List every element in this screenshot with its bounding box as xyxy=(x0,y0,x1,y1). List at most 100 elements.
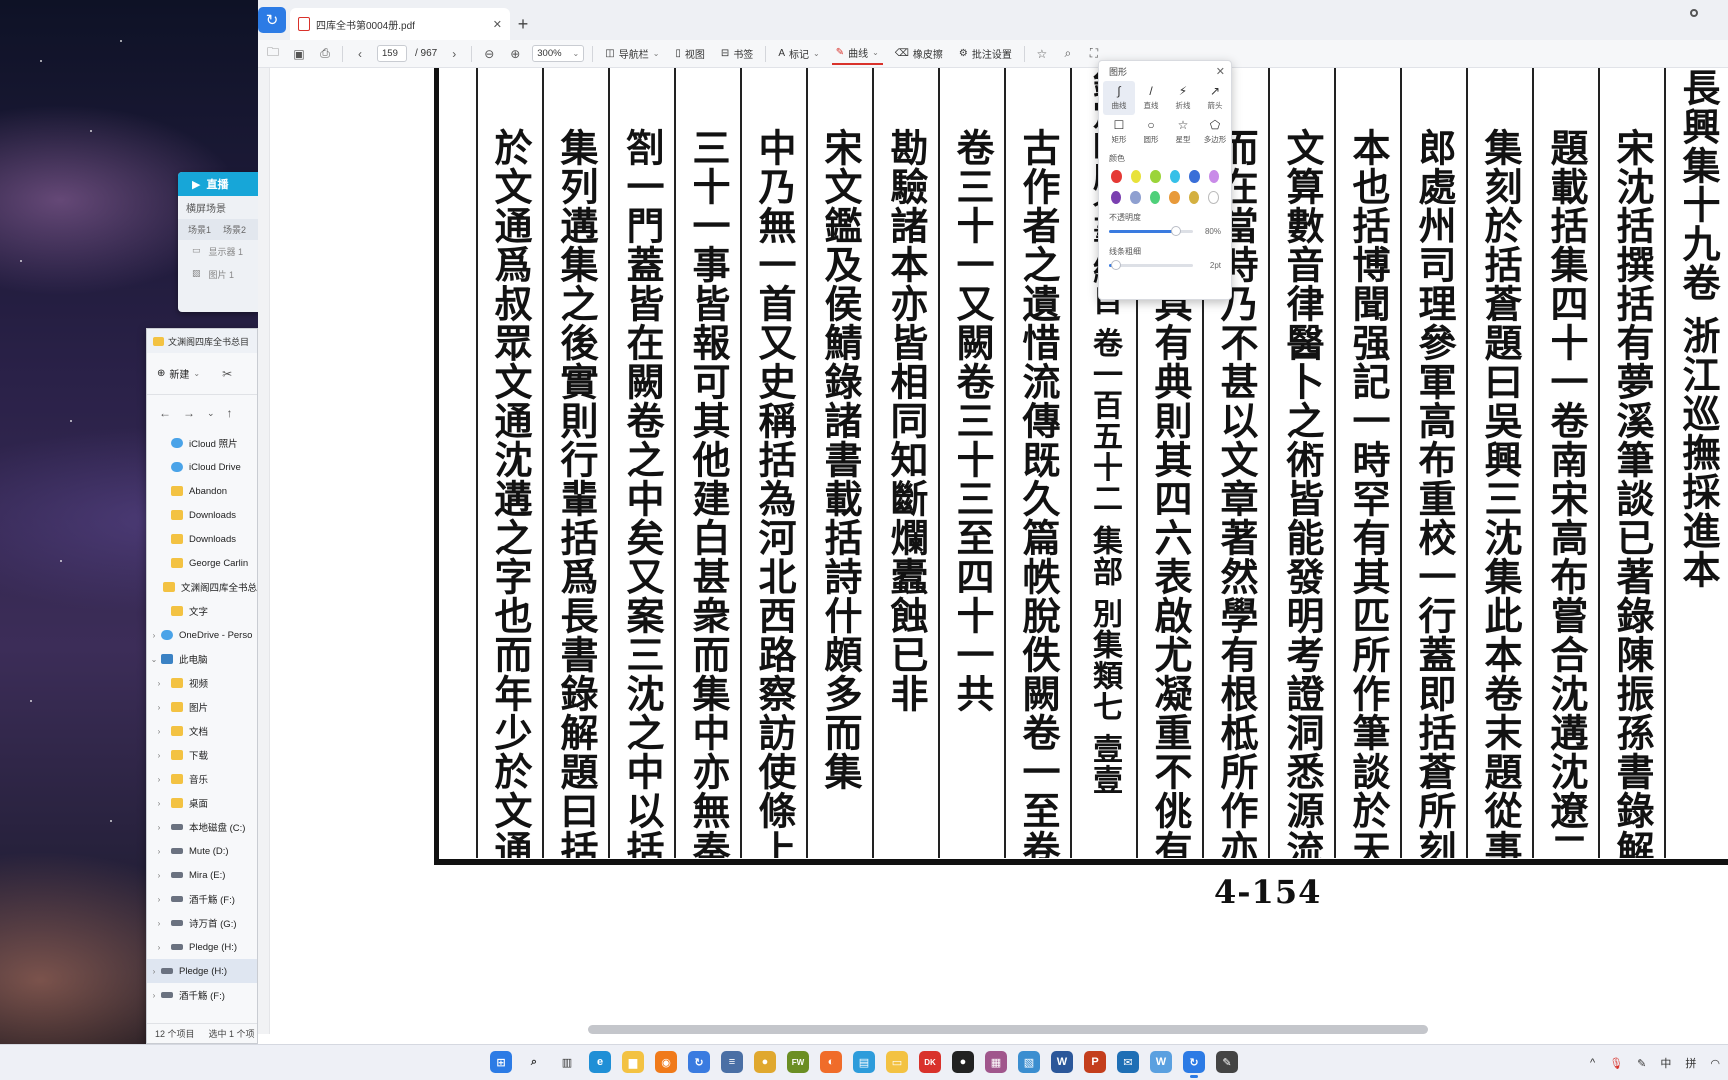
mic-icon[interactable]: 🎙 xyxy=(1609,1057,1623,1070)
source-image[interactable]: ▨ 图片 1 xyxy=(178,263,258,286)
store-icon[interactable]: ▤ xyxy=(853,1051,875,1073)
color-swatch[interactable] xyxy=(1208,191,1220,204)
close-icon[interactable]: ✕ xyxy=(1216,65,1225,78)
prev-page-icon[interactable]: ‹ xyxy=(351,45,369,63)
pen-tray-icon[interactable]: ✎ xyxy=(1637,1057,1646,1070)
firefox-icon[interactable]: ◐ xyxy=(820,1051,842,1073)
shape-option[interactable]: ○ 圆形 xyxy=(1135,115,1167,149)
tree-item[interactable]: › 本地磁盘 (C:) xyxy=(147,815,257,839)
opacity-slider-knob[interactable] xyxy=(1171,226,1182,236)
color-swatch[interactable] xyxy=(1111,170,1122,183)
chevron-right-icon[interactable]: › xyxy=(147,991,161,1000)
ime-icon[interactable]: W xyxy=(1150,1051,1172,1073)
cut-icon[interactable]: ✂ xyxy=(222,367,232,381)
ime-mode[interactable]: 拼 xyxy=(1685,1055,1696,1071)
tree-item[interactable]: › 视频 xyxy=(147,671,257,695)
forward-icon[interactable]: → xyxy=(183,406,195,420)
chevron-right-icon[interactable]: › xyxy=(147,847,171,856)
tree-item[interactable]: Downloads xyxy=(147,527,257,551)
tree-item[interactable]: 文字 xyxy=(147,599,257,623)
chevron-right-icon[interactable]: › xyxy=(147,703,171,712)
scene-tab-2[interactable]: 场景2 xyxy=(223,223,246,236)
bookmark-button[interactable]: ⊟ 书签 xyxy=(717,46,757,61)
explorer-title-bar[interactable]: 文渊阁四库全书总目 xyxy=(147,329,257,353)
view-button[interactable]: ▯ 视图 xyxy=(671,46,709,61)
shape-option[interactable]: ∫ 曲线 xyxy=(1103,81,1135,115)
opacity-slider[interactable] xyxy=(1109,226,1193,236)
stroke-width-slider[interactable] xyxy=(1109,260,1193,270)
zoom-select[interactable]: 300% ⌄ xyxy=(532,45,585,62)
annotation-settings-button[interactable]: ⚙ 批注设置 xyxy=(955,46,1016,61)
chevron-right-icon[interactable]: › xyxy=(147,631,161,640)
scene-tab-1[interactable]: 场景1 xyxy=(188,223,211,236)
wifi-icon[interactable]: ◠ xyxy=(1710,1057,1720,1070)
tree-item[interactable]: › 下载 xyxy=(147,743,257,767)
chevron-right-icon[interactable]: › xyxy=(147,871,171,880)
powerpoint-icon[interactable]: P xyxy=(1084,1051,1106,1073)
star-icon[interactable]: ☆ xyxy=(1033,45,1051,63)
mail-icon[interactable]: ✉ xyxy=(1117,1051,1139,1073)
start-icon[interactable]: ⊞ xyxy=(490,1051,512,1073)
source-display[interactable]: ▭ 显示器 1 xyxy=(178,240,258,263)
tree-item[interactable]: › 桌面 xyxy=(147,791,257,815)
horizontal-scrollbar[interactable] xyxy=(588,1025,1428,1034)
new-button[interactable]: ⊕ 新建 ⌄ xyxy=(157,366,200,381)
search-icon[interactable]: ⌕ xyxy=(1059,45,1077,63)
tray-expand-icon[interactable]: ^ xyxy=(1590,1057,1595,1069)
shape-option[interactable]: ⚡ 折线 xyxy=(1167,81,1199,115)
eraser-button[interactable]: ⌫ 橡皮擦 xyxy=(891,46,947,61)
curve-tool-button[interactable]: ✎ 曲线 ⌄ xyxy=(831,43,883,65)
tree-item[interactable]: › 酒千觞 (F:) xyxy=(147,887,257,911)
search-icon[interactable]: ⌕ xyxy=(523,1051,545,1073)
color-swatch[interactable] xyxy=(1169,191,1180,204)
chevron-right-icon[interactable]: › xyxy=(147,727,171,736)
chevron-right-icon[interactable]: › xyxy=(147,823,171,832)
chevron-right-icon[interactable]: › xyxy=(147,679,171,688)
home-button[interactable]: ↻ xyxy=(258,7,286,33)
color-swatch[interactable] xyxy=(1189,170,1200,183)
color-swatch[interactable] xyxy=(1130,191,1141,204)
nav-panel-button[interactable]: ◫ 导航栏 ⌄ xyxy=(601,46,663,61)
chevron-right-icon[interactable]: › xyxy=(147,751,171,760)
tree-item[interactable]: › 图片 xyxy=(147,695,257,719)
tree-item[interactable]: Abandon xyxy=(147,479,257,503)
stroke-width-slider-knob[interactable] xyxy=(1110,260,1121,270)
open-folder-icon[interactable]: 🗀 xyxy=(264,45,282,63)
color-swatch[interactable] xyxy=(1169,170,1180,183)
color-swatch[interactable] xyxy=(1149,191,1161,204)
chevron-right-icon[interactable]: › xyxy=(147,799,171,808)
shape-option[interactable]: ⬠ 多边形 xyxy=(1199,115,1231,149)
shape-option[interactable]: ↗ 箭头 xyxy=(1199,81,1231,115)
color-swatch[interactable] xyxy=(1150,170,1161,183)
tree-item[interactable]: › 文档 xyxy=(147,719,257,743)
new-tab-button[interactable]: + xyxy=(510,8,536,40)
browser-icon[interactable]: ↻ xyxy=(1183,1051,1205,1078)
photos-icon[interactable]: ▦ xyxy=(985,1051,1007,1073)
color-swatch[interactable] xyxy=(1208,170,1219,183)
ime-language[interactable]: 中 xyxy=(1660,1055,1671,1071)
tree-item[interactable]: › 音乐 xyxy=(147,767,257,791)
tree-item[interactable]: iCloud Drive xyxy=(147,455,257,479)
tree-item[interactable]: › Mute (D:) xyxy=(147,839,257,863)
everything-icon[interactable]: ◉ xyxy=(655,1051,677,1073)
vm-icon[interactable]: ▧ xyxy=(1018,1051,1040,1073)
tree-item[interactable]: George Carlin xyxy=(147,551,257,575)
file-explorer-icon[interactable]: ▆ xyxy=(622,1051,644,1073)
tree-item[interactable]: › 诗万首 (G:) xyxy=(147,911,257,935)
zoom-in-icon[interactable]: ⊕ xyxy=(506,45,524,63)
tree-item[interactable]: › OneDrive - Perso xyxy=(147,623,257,647)
chevron-right-icon[interactable]: › xyxy=(147,775,171,784)
notepad-icon[interactable]: ≡ xyxy=(721,1051,743,1073)
back-icon[interactable]: ← xyxy=(159,406,171,420)
document-viewer[interactable]: 長興集十九卷 浙江巡撫採進本 宋沈括撰括有夢溪筆談已著錄陳振孫書錄解 題載括集四十一… xyxy=(258,68,1728,1034)
color-swatch[interactable] xyxy=(1130,170,1141,183)
tree-item[interactable]: › Pledge (H:) xyxy=(147,935,257,959)
dk-icon[interactable]: DK xyxy=(919,1051,941,1073)
word-icon[interactable]: W xyxy=(1051,1051,1073,1073)
markup-button[interactable]: A 标记 ⌄ xyxy=(774,46,823,61)
chrome-icon[interactable]: ● xyxy=(754,1051,776,1073)
print-icon[interactable]: ⎙ xyxy=(316,45,334,63)
pdf-app-icon[interactable]: FW xyxy=(787,1051,809,1073)
document-tab[interactable]: 四库全书第0004册.pdf ✕ xyxy=(290,8,510,40)
tree-item[interactable]: 文渊阁四库全书总 xyxy=(147,575,257,599)
